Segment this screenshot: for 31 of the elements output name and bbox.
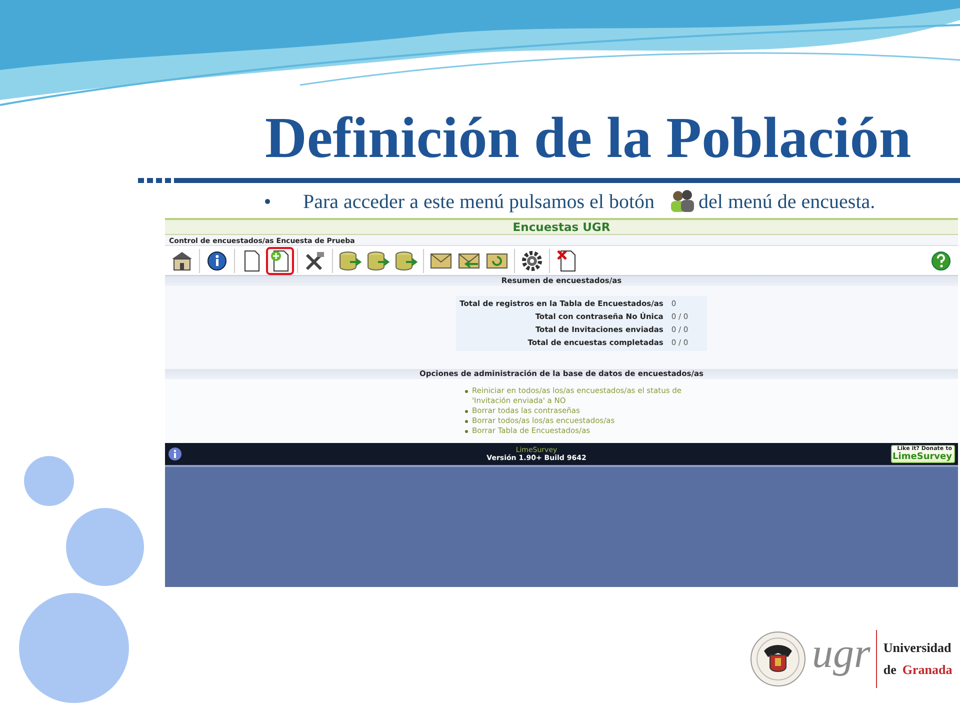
coat-of-arms-emblem-drawing bbox=[750, 631, 806, 687]
slide-title: Definición de la Población bbox=[265, 108, 912, 168]
bullet-icon bbox=[465, 420, 468, 423]
info-icon[interactable] bbox=[168, 447, 182, 461]
decorative-circle bbox=[24, 456, 74, 506]
bullet-text: Para acceder a este menú pulsamos el botón bbox=[303, 191, 655, 213]
bullet-icon bbox=[265, 199, 270, 204]
database-icon bbox=[338, 250, 362, 272]
database-icon bbox=[366, 250, 390, 272]
ugr-logo-text: ugr bbox=[812, 634, 870, 674]
info-icon bbox=[207, 250, 227, 270]
envelope-refresh-icon bbox=[486, 252, 508, 270]
logo-text: Universidad bbox=[883, 639, 952, 657]
bullet-icon bbox=[465, 390, 468, 393]
help-icon bbox=[931, 250, 951, 270]
logo-text: Granada bbox=[902, 661, 952, 679]
database-icon bbox=[394, 250, 418, 272]
app-header: Encuestas UGR bbox=[165, 218, 958, 235]
toolbar-button[interactable] bbox=[266, 246, 294, 274]
bullet-icon bbox=[465, 410, 468, 413]
gear-icon bbox=[521, 250, 543, 272]
bullet-text: del menú de encuesta. bbox=[698, 191, 876, 213]
document-delete-icon bbox=[557, 250, 577, 272]
logo-text: de bbox=[883, 661, 896, 679]
tools-icon bbox=[304, 250, 326, 272]
document-icon bbox=[243, 250, 261, 272]
envelope-icon bbox=[430, 252, 452, 270]
house-icon bbox=[171, 250, 193, 270]
people-icon bbox=[668, 189, 695, 213]
document-add-icon bbox=[270, 250, 290, 272]
bullet-icon bbox=[465, 430, 468, 433]
